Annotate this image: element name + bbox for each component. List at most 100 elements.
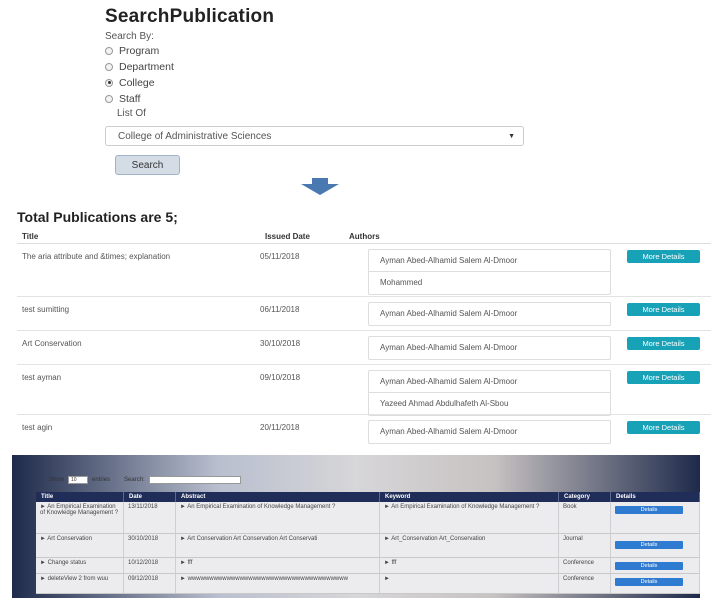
publication-date: 09/10/2018 [260, 373, 301, 382]
column-details: Details [611, 492, 700, 502]
authors-list: Ayman Abed-Alhamid Salem Al-Dmoor Yazeed… [368, 370, 611, 416]
search-input[interactable] [148, 476, 241, 484]
table-row: ► Change status 10/12/2018 ► fff ► fff C… [36, 558, 700, 574]
more-details-button[interactable]: More Details [627, 371, 700, 384]
radio-icon[interactable] [105, 94, 113, 103]
more-details-button[interactable]: More Details [627, 337, 700, 350]
column-date[interactable]: Date [124, 492, 176, 502]
publication-title: The aria attribute and &times; explanati… [22, 252, 171, 261]
publication-title: test ayman [22, 373, 62, 382]
radio-label: College [119, 76, 155, 89]
search-label: Search: [124, 477, 145, 483]
radio-checked-icon[interactable] [105, 78, 113, 87]
cell-details: Details [611, 534, 700, 557]
cell-date: 30/10/2018 [124, 534, 176, 557]
radio-college[interactable]: College [105, 75, 535, 90]
authors-list: Ayman Abed-Alhamid Salem Al-Dmoor [368, 302, 611, 326]
radio-department[interactable]: Department [105, 59, 535, 74]
publication-date: 30/10/2018 [260, 339, 301, 348]
cell-abstract[interactable]: ► wwwwwwwwwwwwwwwwwwwwwwwwwwwwwwwwwwwww [176, 574, 380, 593]
cell-title[interactable]: ► deleteView 2 from wuu [36, 574, 124, 593]
publications-table: Title Issued Date Authors The aria attri… [17, 230, 711, 444]
more-details-button[interactable]: More Details [627, 421, 700, 434]
publication-date: 06/11/2018 [260, 305, 300, 314]
radio-staff[interactable]: Staff [105, 91, 535, 106]
cell-abstract[interactable]: ► An Empirical Examination of Knowledge … [176, 502, 380, 533]
caret-down-icon: ▼ [508, 132, 515, 140]
publication-title: test sumitting [22, 305, 70, 314]
author-item: Ayman Abed-Alhamid Salem Al-Dmoor [369, 371, 610, 393]
authors-list: Ayman Abed-Alhamid Salem Al-Dmoor Mohamm… [368, 249, 611, 295]
search-button[interactable]: Search [115, 155, 180, 175]
table-row: test sumitting 06/11/2018 Ayman Abed-Alh… [17, 297, 711, 331]
cell-abstract[interactable]: ► fff [176, 558, 380, 573]
radio-program[interactable]: Program [105, 43, 535, 58]
publications-datatable-panel: Show 10 entries Search: Title Date Abstr… [12, 455, 700, 598]
cell-title[interactable]: ► Change status [36, 558, 124, 573]
details-button[interactable]: Details [615, 578, 683, 586]
column-title[interactable]: Title [36, 492, 124, 502]
column-abstract[interactable]: Abstract [176, 492, 380, 502]
datatable-header: Title Date Abstract Keyword Category Det… [36, 492, 700, 502]
table-row: Art Conservation 30/10/2018 Ayman Abed-A… [17, 331, 711, 365]
page-title: SearchPublication [105, 6, 275, 27]
more-details-button[interactable]: More Details [627, 303, 700, 316]
datatable-controls: Show 10 entries Search: [49, 476, 241, 484]
cell-keyword[interactable]: ► An Empirical Examination of Knowledge … [380, 502, 559, 533]
cell-date: 13/11/2018 [124, 502, 176, 533]
cell-details: Details [611, 574, 700, 593]
publication-date: 05/11/2018 [260, 252, 300, 261]
cell-category: Journal [559, 534, 611, 557]
cell-category: Conference [559, 574, 611, 593]
table-row: ► An Empirical Examination of Knowledge … [36, 502, 700, 534]
radio-icon[interactable] [105, 62, 113, 71]
author-item: Ayman Abed-Alhamid Salem Al-Dmoor [369, 250, 610, 272]
college-select[interactable]: College of Administrative Sciences ▼ [105, 126, 524, 146]
cell-abstract[interactable]: ► Art Conservation Art Conservation Art … [176, 534, 380, 557]
author-item: Yazeed Ahmad Abdulhafeth Al-Sbou [380, 399, 509, 408]
cell-keyword[interactable]: ► Art_Conservation Art_Conservation [380, 534, 559, 557]
cell-date: 10/12/2018 [124, 558, 176, 573]
select-value: College of Administrative Sciences [118, 130, 272, 142]
more-details-button[interactable]: More Details [627, 250, 700, 263]
radio-icon[interactable] [105, 46, 113, 55]
details-button[interactable]: Details [615, 541, 683, 549]
publication-title: test agin [22, 423, 53, 432]
column-authors: Authors [349, 232, 380, 241]
table-row: ► Art Conservation 30/10/2018 ► Art Cons… [36, 534, 700, 558]
table-header: Title Issued Date Authors [17, 230, 711, 244]
publication-title: Art Conservation [22, 339, 82, 348]
show-label: Show [49, 477, 65, 483]
entries-label: entries [92, 477, 111, 483]
table-row: test ayman 09/10/2018 Ayman Abed-Alhamid… [17, 365, 711, 416]
details-button[interactable]: Details [615, 562, 683, 570]
arrow-down-icon [301, 178, 339, 195]
search-form: SearchPublication Search By: Program Dep… [105, 6, 535, 175]
author-item: Ayman Abed-Alhamid Salem Al-Dmoor [380, 343, 518, 352]
column-keyword[interactable]: Keyword [380, 492, 559, 502]
cell-details: Details [611, 502, 700, 533]
publication-date: 20/11/2018 [260, 423, 300, 432]
cell-category: Conference [559, 558, 611, 573]
author-item: Ayman Abed-Alhamid Salem Al-Dmoor [380, 427, 518, 436]
cell-date: 09/12/2018 [124, 574, 176, 593]
cell-title[interactable]: ► An Empirical Examination of Knowledge … [36, 502, 124, 533]
total-publications-title: Total Publications are 5; [17, 209, 178, 225]
column-category[interactable]: Category [559, 492, 611, 502]
details-button[interactable]: Details [615, 506, 683, 514]
search-by-label: Search By: [105, 31, 154, 42]
cell-keyword[interactable]: ► [380, 574, 559, 593]
datatable: Title Date Abstract Keyword Category Det… [36, 492, 700, 594]
column-issued-date: Issued Date [265, 232, 310, 241]
cell-title[interactable]: ► Art Conservation [36, 534, 124, 557]
author-item: Ayman Abed-Alhamid Salem Al-Dmoor [380, 309, 518, 318]
table-row: The aria attribute and &times; explanati… [17, 244, 711, 297]
radio-label: Program [119, 44, 160, 57]
entries-select[interactable]: 10 [68, 476, 89, 484]
cell-category: Book [559, 502, 611, 533]
authors-list: Ayman Abed-Alhamid Salem Al-Dmoor [368, 336, 611, 360]
authors-list: Ayman Abed-Alhamid Salem Al-Dmoor [368, 420, 611, 444]
cell-keyword[interactable]: ► fff [380, 558, 559, 573]
radio-label: Department [119, 60, 174, 73]
author-item: Mohammed [380, 278, 423, 287]
